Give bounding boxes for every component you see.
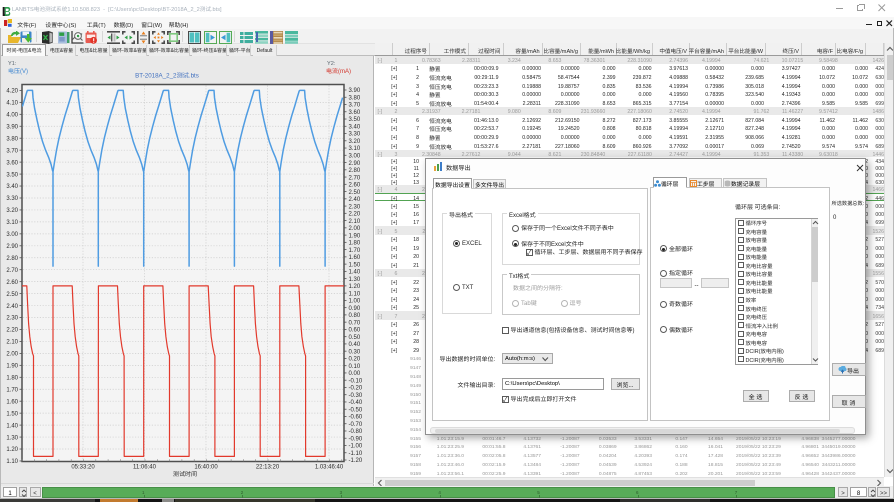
svg-text:1.50: 1.50 bbox=[349, 262, 361, 268]
svg-text:0.60: 0.60 bbox=[349, 328, 361, 334]
svg-text:0.30: 0.30 bbox=[349, 349, 361, 355]
svg-text:1.40: 1.40 bbox=[349, 270, 361, 276]
svg-text:1.03:46:40: 1.03:46:40 bbox=[315, 465, 344, 471]
svg-text:-0.30: -0.30 bbox=[349, 393, 363, 399]
svg-text:测试时间: 测试时间 bbox=[173, 469, 197, 478]
svg-text:22:13:20: 22:13:20 bbox=[256, 465, 280, 471]
svg-text:2.90: 2.90 bbox=[6, 244, 18, 250]
svg-text:4.00: 4.00 bbox=[6, 113, 18, 119]
svg-text:1.30: 1.30 bbox=[6, 435, 18, 441]
svg-text:-0.20: -0.20 bbox=[349, 386, 363, 392]
svg-text:05:33:20: 05:33:20 bbox=[71, 465, 95, 471]
svg-text:2.60: 2.60 bbox=[6, 280, 18, 286]
svg-text:3.40: 3.40 bbox=[6, 184, 18, 190]
svg-text:1.50: 1.50 bbox=[6, 411, 18, 417]
svg-text:3.00: 3.00 bbox=[6, 232, 18, 238]
svg-text:0.10: 0.10 bbox=[349, 364, 361, 370]
svg-text:3.50: 3.50 bbox=[6, 172, 18, 178]
svg-text:2.00: 2.00 bbox=[6, 352, 18, 358]
svg-text:-0.90: -0.90 bbox=[349, 436, 363, 442]
svg-text:1.00: 1.00 bbox=[349, 299, 361, 305]
svg-text:2.10: 2.10 bbox=[6, 340, 18, 346]
svg-text:3.70: 3.70 bbox=[349, 103, 361, 109]
svg-text:-1.10: -1.10 bbox=[349, 451, 363, 457]
svg-text:电流(mA): 电流(mA) bbox=[326, 66, 351, 75]
svg-text:2.30: 2.30 bbox=[6, 316, 18, 322]
svg-text:1.10: 1.10 bbox=[349, 291, 361, 297]
svg-text:2.60: 2.60 bbox=[349, 183, 361, 189]
svg-text:0.90: 0.90 bbox=[349, 306, 361, 312]
svg-text:2.80: 2.80 bbox=[6, 256, 18, 262]
svg-text:1.60: 1.60 bbox=[349, 255, 361, 261]
svg-text:-0.10: -0.10 bbox=[349, 378, 363, 384]
svg-text:1.70: 1.70 bbox=[349, 248, 361, 254]
svg-text:3.80: 3.80 bbox=[349, 95, 361, 101]
svg-text:-1.20: -1.20 bbox=[349, 458, 363, 464]
svg-text:-1.00: -1.00 bbox=[349, 444, 363, 450]
svg-text:1.20: 1.20 bbox=[349, 284, 361, 290]
svg-text:1.80: 1.80 bbox=[6, 376, 18, 382]
svg-text:3.40: 3.40 bbox=[349, 124, 361, 130]
svg-text:1.70: 1.70 bbox=[6, 387, 18, 393]
svg-text:3.90: 3.90 bbox=[6, 124, 18, 130]
svg-text:-0.60: -0.60 bbox=[349, 415, 363, 421]
svg-text:3.30: 3.30 bbox=[6, 196, 18, 202]
svg-text:2.40: 2.40 bbox=[6, 304, 18, 310]
svg-text:3.10: 3.10 bbox=[349, 146, 361, 152]
svg-text:2.40: 2.40 bbox=[349, 197, 361, 203]
svg-text:1.80: 1.80 bbox=[349, 241, 361, 247]
svg-text:4.10: 4.10 bbox=[6, 101, 18, 107]
svg-text:2.70: 2.70 bbox=[349, 175, 361, 181]
svg-text:电压(V): 电压(V) bbox=[8, 66, 28, 75]
svg-text:0.20: 0.20 bbox=[349, 357, 361, 363]
svg-text:3.90: 3.90 bbox=[349, 88, 361, 94]
svg-text:0.80: 0.80 bbox=[349, 313, 361, 319]
svg-text:3.80: 3.80 bbox=[6, 136, 18, 142]
svg-text:2.90: 2.90 bbox=[349, 161, 361, 167]
svg-text:2.50: 2.50 bbox=[6, 292, 18, 298]
svg-text:BT-2018A_2_2测试.bts: BT-2018A_2_2测试.bts bbox=[135, 71, 199, 80]
svg-text:3.70: 3.70 bbox=[6, 148, 18, 154]
svg-text:1.30: 1.30 bbox=[349, 277, 361, 283]
svg-text:0.40: 0.40 bbox=[349, 342, 361, 348]
svg-text:3.30: 3.30 bbox=[349, 132, 361, 138]
svg-text:2.80: 2.80 bbox=[349, 168, 361, 174]
svg-text:2.00: 2.00 bbox=[349, 226, 361, 232]
svg-text:3.20: 3.20 bbox=[6, 208, 18, 214]
svg-text:3.20: 3.20 bbox=[349, 139, 361, 145]
svg-text:-0.70: -0.70 bbox=[349, 422, 363, 428]
svg-text:-0.80: -0.80 bbox=[349, 429, 363, 435]
svg-text:-0.40: -0.40 bbox=[349, 400, 363, 406]
svg-text:3.60: 3.60 bbox=[6, 160, 18, 166]
svg-text:2.20: 2.20 bbox=[349, 212, 361, 218]
svg-text:1.90: 1.90 bbox=[349, 233, 361, 239]
svg-text:0.70: 0.70 bbox=[349, 320, 361, 326]
svg-text:2.50: 2.50 bbox=[349, 190, 361, 196]
svg-text:1.20: 1.20 bbox=[6, 447, 18, 453]
svg-text:3.10: 3.10 bbox=[6, 220, 18, 226]
svg-text:3.50: 3.50 bbox=[349, 117, 361, 123]
svg-text:3.60: 3.60 bbox=[349, 110, 361, 116]
svg-text:2.30: 2.30 bbox=[349, 204, 361, 210]
svg-text:3.00: 3.00 bbox=[349, 153, 361, 159]
svg-text:1.90: 1.90 bbox=[6, 364, 18, 370]
svg-text:2.10: 2.10 bbox=[349, 219, 361, 225]
svg-text:1.60: 1.60 bbox=[6, 399, 18, 405]
svg-text:2.20: 2.20 bbox=[6, 328, 18, 334]
svg-text:1.10: 1.10 bbox=[6, 459, 18, 465]
svg-text:16:40:00: 16:40:00 bbox=[194, 465, 218, 471]
svg-text:2.70: 2.70 bbox=[6, 268, 18, 274]
svg-text:-0.50: -0.50 bbox=[349, 407, 363, 413]
svg-text:1.40: 1.40 bbox=[6, 423, 18, 429]
svg-text:11:06:40: 11:06:40 bbox=[133, 465, 157, 471]
svg-text:0.00: 0.00 bbox=[349, 371, 361, 377]
svg-text:4.20: 4.20 bbox=[6, 89, 18, 95]
svg-text:0.50: 0.50 bbox=[349, 335, 361, 341]
